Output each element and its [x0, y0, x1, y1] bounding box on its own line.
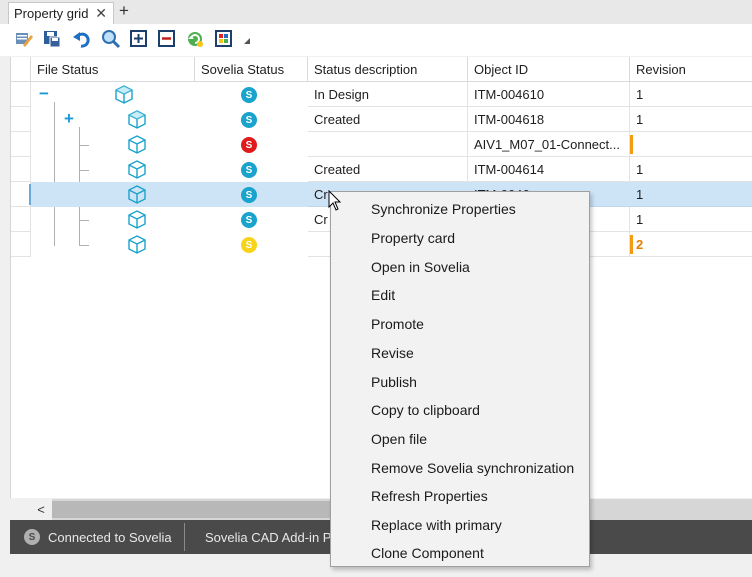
expand-icon[interactable]: [129, 29, 149, 49]
grid-settings-icon[interactable]: [214, 29, 234, 49]
tab-property-grid[interactable]: Property grid ✕: [8, 2, 114, 24]
status-badge: S: [241, 237, 257, 253]
status-description-cell: In Design: [308, 82, 468, 107]
expand-row-icon[interactable]: +: [64, 110, 74, 127]
menu-item-copy-to-clipboard[interactable]: Copy to clipboard: [331, 395, 589, 424]
status-badge: S: [241, 137, 257, 153]
status-description-cell: Created: [308, 157, 468, 182]
status-description-cell: Created: [308, 107, 468, 132]
menu-item-promote[interactable]: Promote: [331, 309, 589, 338]
menu-item-remove-sovelia-synchronization[interactable]: Remove Sovelia synchronization: [331, 453, 589, 482]
object-id-cell: AIV1_M07_01-Connect...: [468, 132, 630, 157]
undo-icon[interactable]: [72, 29, 92, 49]
sovelia-icon: S: [24, 529, 40, 545]
table-row[interactable]: S Created ITM-004614 1: [11, 157, 752, 182]
column-header-status-description[interactable]: Status description: [308, 57, 468, 82]
connection-status[interactable]: S Connected to Sovelia: [24, 520, 172, 554]
part-cube-icon: [127, 135, 147, 154]
toolbar: [0, 24, 752, 56]
row-header[interactable]: [11, 207, 31, 232]
scrollbar-thumb[interactable]: [52, 501, 350, 518]
new-tab-icon[interactable]: +: [119, 1, 129, 21]
menu-item-synchronize-properties[interactable]: Synchronize Properties: [331, 194, 589, 223]
save-icon[interactable]: [42, 29, 62, 49]
selection-indicator: [29, 184, 31, 205]
object-id-cell: ITM-004610: [468, 82, 630, 107]
row-header[interactable]: [11, 107, 31, 132]
part-cube-icon: [127, 110, 147, 129]
table-row[interactable]: S AIV1_M07_01-Connect...: [11, 132, 752, 157]
edit-icon[interactable]: [14, 29, 34, 49]
revision-cell: [630, 132, 752, 157]
part-cube-icon: [127, 185, 147, 204]
row-header[interactable]: [11, 182, 31, 207]
search-icon[interactable]: [101, 29, 121, 49]
mouse-cursor-icon: [328, 190, 342, 211]
menu-item-open-in-sovelia[interactable]: Open in Sovelia: [331, 252, 589, 281]
part-cube-icon: [127, 210, 147, 229]
status-badge: S: [241, 112, 257, 128]
tab-strip: Property grid ✕ +: [0, 0, 752, 24]
menu-item-clone-component[interactable]: Clone Component: [331, 538, 589, 567]
collapse-row-icon[interactable]: −: [39, 85, 49, 102]
status-description-cell: [308, 132, 468, 157]
menu-item-edit[interactable]: Edit: [331, 280, 589, 309]
refresh-icon[interactable]: [185, 29, 205, 49]
menu-item-property-card[interactable]: Property card: [331, 223, 589, 252]
status-divider: [184, 523, 185, 551]
revision-cell: 2: [630, 232, 752, 257]
revision-cell: 1: [630, 82, 752, 107]
table-row[interactable]: + S Created ITM-004618 1: [11, 107, 752, 132]
column-header-revision[interactable]: Revision: [630, 57, 752, 82]
collapse-icon[interactable]: [157, 29, 177, 49]
addin-status[interactable]: Sovelia CAD Add-in P: [205, 520, 331, 554]
status-badge: S: [241, 162, 257, 178]
status-badge: S: [241, 87, 257, 103]
menu-item-replace-with-primary[interactable]: Replace with primary: [331, 510, 589, 539]
status-badge: S: [241, 187, 257, 203]
menu-item-open-file[interactable]: Open file: [331, 424, 589, 453]
menu-item-revise[interactable]: Revise: [331, 338, 589, 367]
menu-item-refresh-properties[interactable]: Refresh Properties: [331, 481, 589, 510]
object-id-cell: ITM-004614: [468, 157, 630, 182]
status-badge: S: [241, 212, 257, 228]
menu-item-publish[interactable]: Publish: [331, 367, 589, 396]
part-cube-icon: [114, 85, 134, 104]
toolbar-overflow-icon[interactable]: [244, 38, 250, 44]
row-header-corner: [11, 57, 31, 82]
addin-status-label: Sovelia CAD Add-in P: [205, 529, 332, 545]
column-header-file-status[interactable]: File Status: [31, 57, 195, 82]
revision-cell: 1: [630, 207, 752, 232]
revision-cell: 1: [630, 157, 752, 182]
row-header[interactable]: [11, 132, 31, 157]
table-row[interactable]: − S In Design ITM-004610 1: [11, 82, 752, 107]
connection-status-label: Connected to Sovelia: [48, 529, 172, 545]
part-cube-icon: [127, 235, 147, 254]
tab-title: Property grid: [14, 6, 89, 21]
object-id-cell: ITM-004618: [468, 107, 630, 132]
row-header[interactable]: [11, 82, 31, 107]
revision-cell: 1: [630, 182, 752, 207]
row-header[interactable]: [11, 157, 31, 182]
column-header-sovelia-status[interactable]: Sovelia Status: [195, 57, 308, 82]
close-icon[interactable]: ✕: [95, 5, 107, 22]
part-cube-icon: [127, 160, 147, 179]
row-header[interactable]: [11, 232, 31, 257]
scroll-left-icon[interactable]: <: [30, 499, 52, 520]
revision-cell: 1: [630, 107, 752, 132]
context-menu: Synchronize Properties Property card Ope…: [330, 191, 590, 567]
column-header-object-id[interactable]: Object ID: [468, 57, 630, 82]
